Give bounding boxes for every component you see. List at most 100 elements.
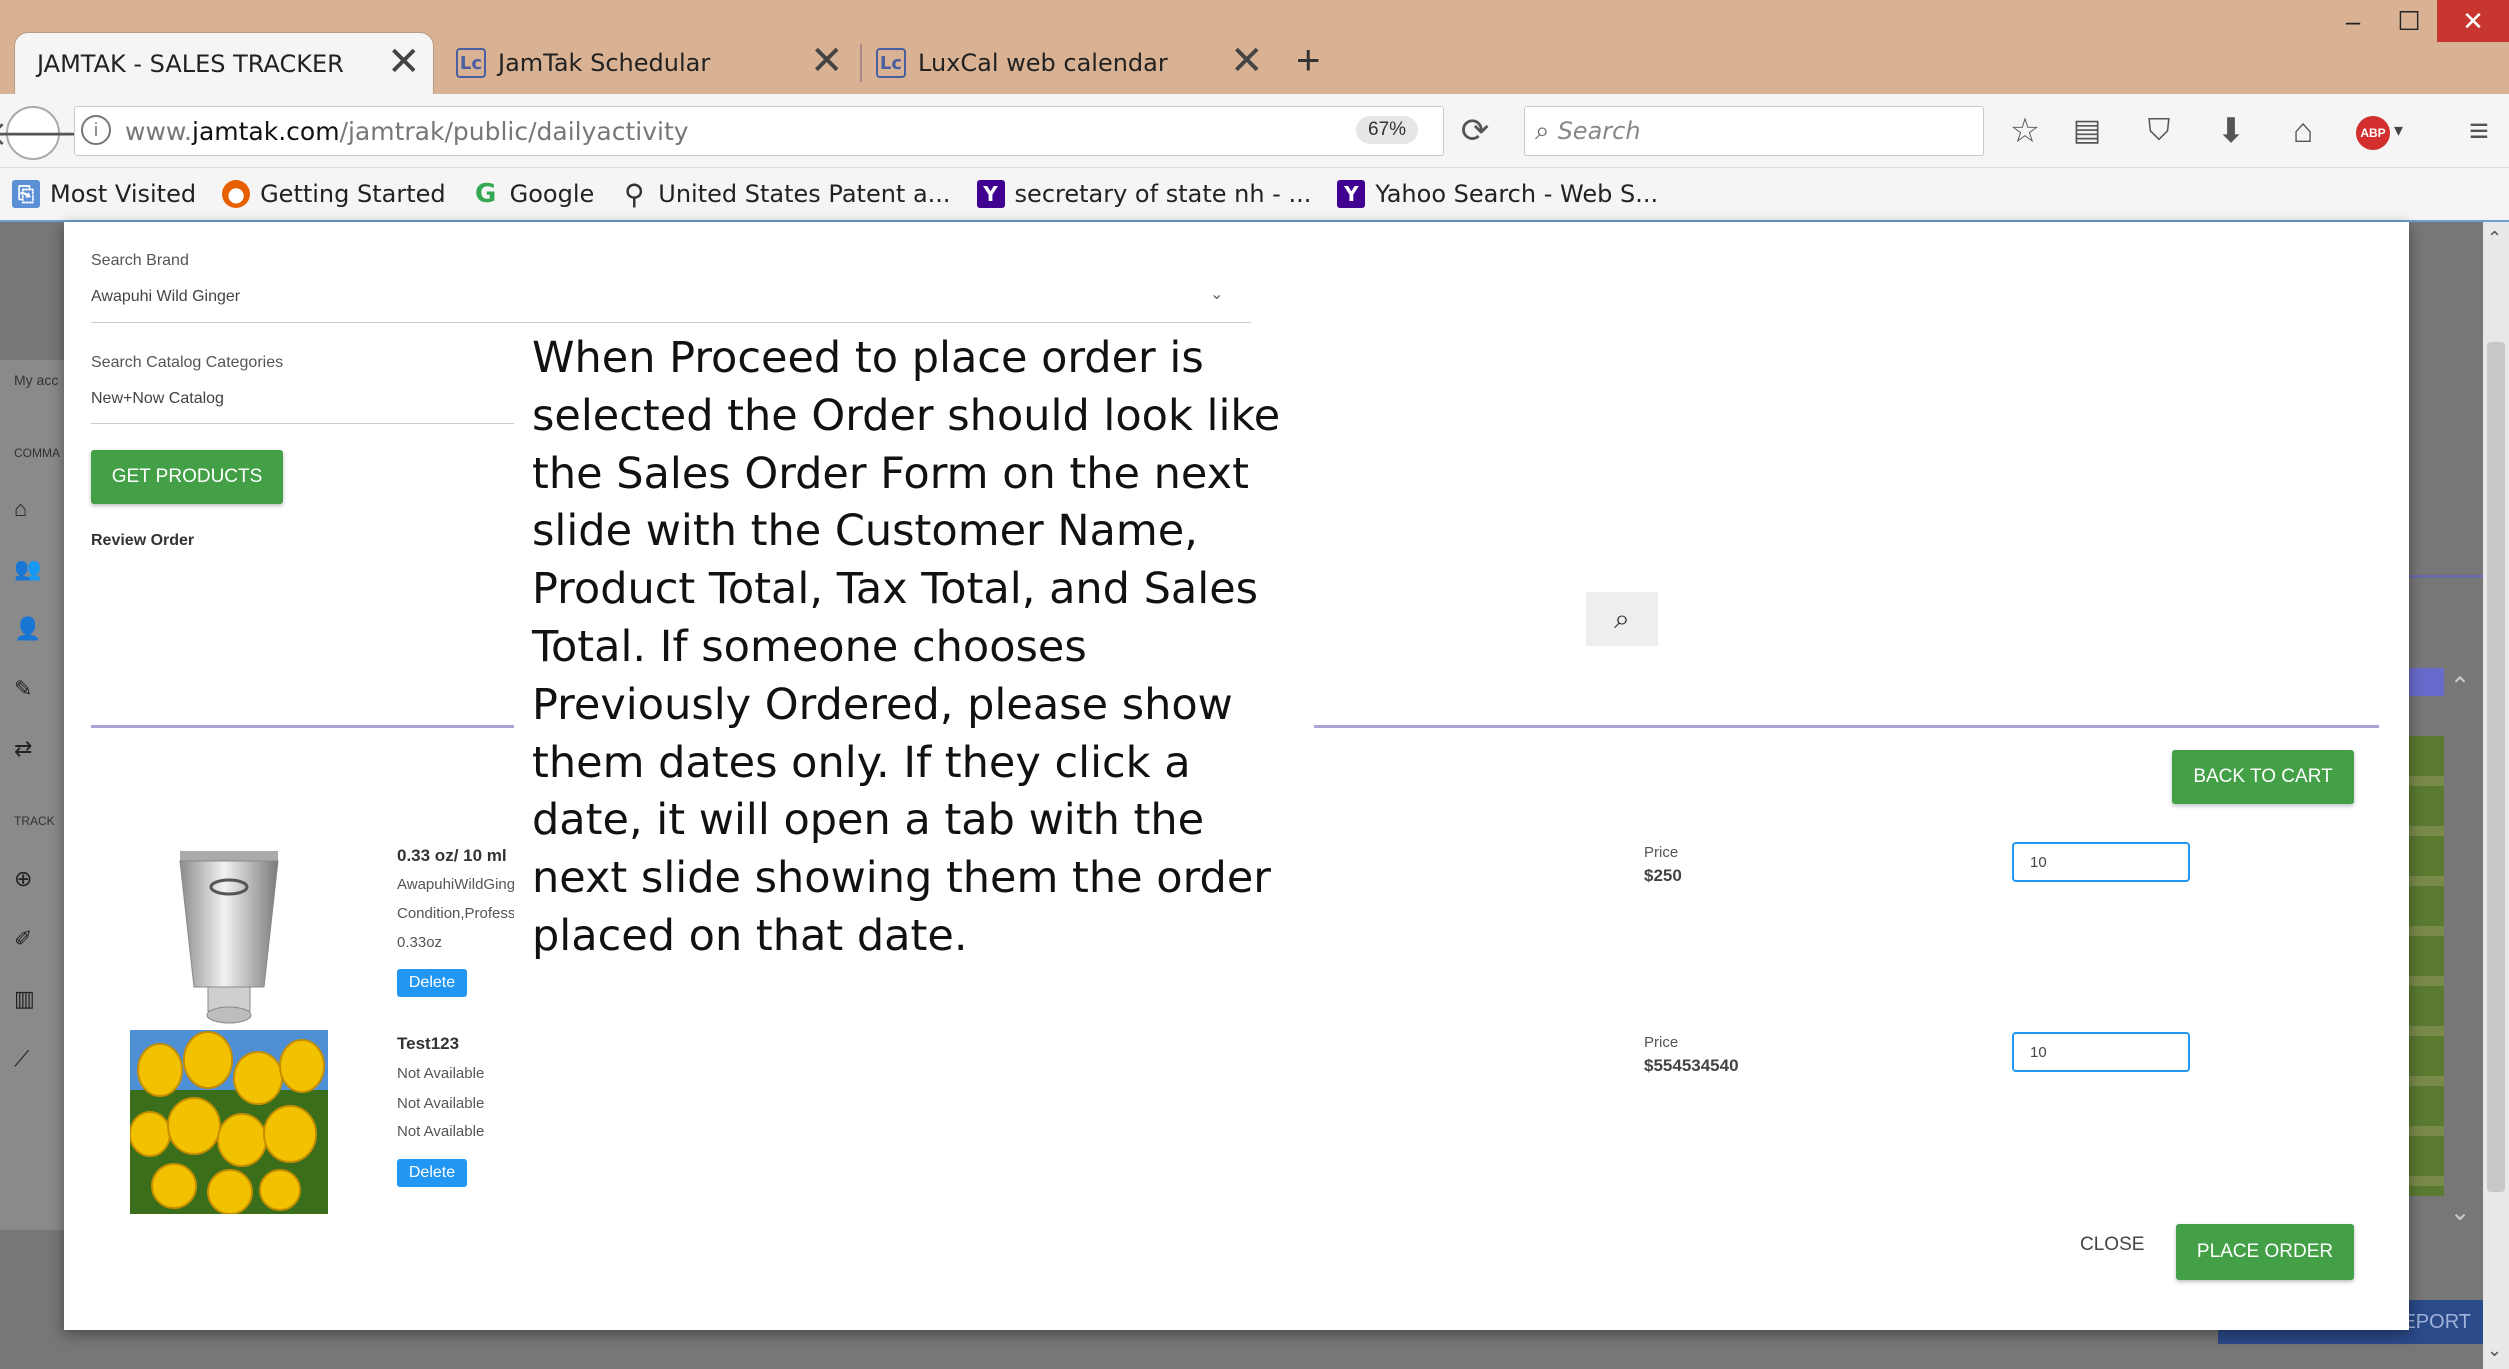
bookmark-uspto[interactable]: ⚲ United States Patent a... xyxy=(620,178,951,211)
back-button[interactable]: 🡐 xyxy=(0,106,79,160)
target-icon[interactable]: ⊕ xyxy=(14,866,32,892)
back-to-cart-button[interactable]: BACK TO CART xyxy=(2172,750,2354,804)
search-brand-select[interactable]: Awapuhi Wild Ginger xyxy=(91,288,240,306)
item-detail: Not Available xyxy=(397,1123,485,1140)
home-icon[interactable]: ⌂ xyxy=(2280,108,2326,154)
bookmark-folder-icon: ⎘ xyxy=(12,180,40,208)
price-value: $250 xyxy=(1644,866,1682,885)
bookmark-yahoo-search[interactable]: Y Yahoo Search - Web S... xyxy=(1337,180,1658,208)
bookmark-star-icon[interactable]: ☆ xyxy=(2002,108,2048,154)
catalog-categories-select[interactable]: New+Now Catalog xyxy=(91,390,224,408)
page-scrollbar[interactable]: ⌃ ⌄ xyxy=(2483,222,2509,1369)
item-detail: Not Available xyxy=(397,1065,485,1082)
chevron-down-icon[interactable]: ⌄ xyxy=(1210,284,1223,304)
bookmarks-bar: ⎘ Most Visited ● Getting Started G Google ⚲… xyxy=(0,168,2509,222)
bookmark-label: Google xyxy=(509,180,595,208)
bookmark-google[interactable]: G Google xyxy=(472,179,595,209)
search-button[interactable]: ⌕ xyxy=(1586,592,1658,646)
download-icon[interactable]: ⬇ xyxy=(2208,108,2254,154)
delete-button[interactable]: Delete xyxy=(397,969,467,997)
yahoo-icon: Y xyxy=(1337,180,1366,208)
quantity-input[interactable]: 10 xyxy=(2012,1032,2190,1072)
url-domain: jamtak.com xyxy=(192,116,340,146)
place-order-button[interactable]: PLACE ORDER xyxy=(2176,1224,2354,1280)
search-placeholder: Search xyxy=(1557,117,1641,145)
user-icon[interactable]: 👤 xyxy=(14,616,41,642)
firefox-icon: ● xyxy=(222,180,251,208)
search-brand-label: Search Brand xyxy=(91,252,189,269)
tab-luxcal[interactable]: Lc LuxCal web calendar ✕ xyxy=(876,32,1276,94)
scroll-up-icon[interactable]: ⌃ xyxy=(2487,228,2502,249)
close-tab-icon[interactable]: ✕ xyxy=(387,39,421,85)
new-tab-button[interactable]: + xyxy=(1296,36,1321,84)
back-arrow-icon: 🡐 xyxy=(0,114,79,153)
chevron-down-icon[interactable]: ⌄ xyxy=(2450,1198,2478,1238)
item-name: Test123 xyxy=(397,1034,460,1053)
scrollbar-thumb[interactable] xyxy=(2487,342,2505,1192)
luxcal-icon: Lc xyxy=(456,48,486,78)
app-sidebar xyxy=(0,360,64,1230)
product-image xyxy=(130,1030,328,1214)
price-value: $554534540 xyxy=(1644,1056,1739,1075)
minimize-button[interactable]: ‒ xyxy=(2325,0,2381,42)
pencil-icon[interactable]: ✎ xyxy=(14,676,32,702)
item-detail: AwapuhiWildGing xyxy=(397,876,516,893)
quantity-input[interactable]: 10 xyxy=(2012,842,2190,882)
zoom-indicator[interactable]: 67% xyxy=(1356,116,1419,144)
menu-icon[interactable]: ≡ xyxy=(2456,108,2502,154)
window-close-button[interactable]: ✕ xyxy=(2437,0,2509,42)
yahoo-icon: Y xyxy=(976,180,1005,208)
home-icon[interactable]: ⌂ xyxy=(14,496,27,522)
bookmark-label: Yahoo Search - Web S... xyxy=(1375,180,1659,208)
get-products-button[interactable]: GET PRODUCTS xyxy=(91,450,283,504)
close-tab-icon[interactable]: ✕ xyxy=(1230,38,1264,84)
catalog-categories-label: Search Catalog Categories xyxy=(91,354,284,371)
bookmark-getting-started[interactable]: ● Getting Started xyxy=(222,180,446,208)
search-box[interactable]: ⌕ Search xyxy=(1524,106,1984,156)
google-icon: G xyxy=(474,179,497,209)
chevron-down-icon[interactable]: ▾ xyxy=(2394,120,2403,141)
maximize-button[interactable]: ☐ xyxy=(2381,0,2437,42)
delete-button[interactable]: Delete xyxy=(397,1159,467,1187)
divider xyxy=(2409,575,2483,578)
calendar-cell xyxy=(2409,668,2444,696)
tab-divider xyxy=(860,44,862,82)
select-underline xyxy=(91,423,551,424)
close-tab-icon[interactable]: ✕ xyxy=(810,38,844,84)
chevron-up-icon[interactable]: ⌃ xyxy=(2450,672,2478,712)
close-button[interactable]: CLOSE xyxy=(2080,1234,2144,1256)
url-text[interactable]: www.jamtak.com/jamtrak/public/dailyactiv… xyxy=(125,117,689,146)
bookmark-label: United States Patent a... xyxy=(658,180,951,208)
price-label: Price xyxy=(1644,844,1679,861)
tab-bar: JAMTAK - SALES TRACKER ✕ Lc JamTak Sched… xyxy=(0,0,2509,94)
item-name: 0.33 oz/ 10 ml xyxy=(397,846,507,865)
info-icon[interactable]: i xyxy=(81,115,111,145)
bookmark-label: Most Visited xyxy=(50,180,197,208)
reload-icon[interactable]: ⟳ xyxy=(1452,108,1498,154)
tab-title: JamTak Schedular xyxy=(498,49,711,77)
bookmark-label: Getting Started xyxy=(260,180,446,208)
bookmark-label: secretary of state nh - ... xyxy=(1014,180,1312,208)
url-path: /jamtrak/public/dailyactivity xyxy=(339,116,689,146)
tab-title: JAMTAK - SALES TRACKER xyxy=(37,49,344,78)
scroll-down-icon[interactable]: ⌄ xyxy=(2487,1340,2502,1361)
tab-title: LuxCal web calendar xyxy=(918,49,1168,77)
url-bar[interactable]: i www.jamtak.com/jamtrak/public/dailyact… xyxy=(74,106,1444,156)
tab-sales-tracker[interactable]: JAMTAK - SALES TRACKER ✕ xyxy=(14,32,434,94)
annotation-callout: When Proceed to place order is selected … xyxy=(514,330,1314,961)
tools-icon[interactable]: ✐ xyxy=(14,926,32,952)
bar-chart-icon[interactable]: ▥ xyxy=(14,986,35,1012)
adblock-icon[interactable]: ABP xyxy=(2356,116,2390,150)
tab-schedular[interactable]: Lc JamTak Schedular ✕ xyxy=(456,32,856,94)
price-label: Price xyxy=(1644,1034,1679,1051)
luxcal-icon: Lc xyxy=(876,48,906,78)
pocket-icon[interactable]: ⛉ xyxy=(2136,108,2182,154)
bookmark-most-visited[interactable]: ⎘ Most Visited xyxy=(12,180,196,208)
sidebar-my-account[interactable]: My acc xyxy=(14,372,58,388)
transfer-icon[interactable]: ⇄ xyxy=(14,736,32,762)
select-underline xyxy=(91,322,1251,323)
users-icon[interactable]: 👥 xyxy=(14,556,41,582)
reading-list-icon[interactable]: ▤ xyxy=(2064,108,2110,154)
line-chart-icon[interactable]: ⟋ xyxy=(14,1046,29,1072)
bookmark-secretary-of-state[interactable]: Ysecretary of state nh - ... xyxy=(976,180,1312,208)
